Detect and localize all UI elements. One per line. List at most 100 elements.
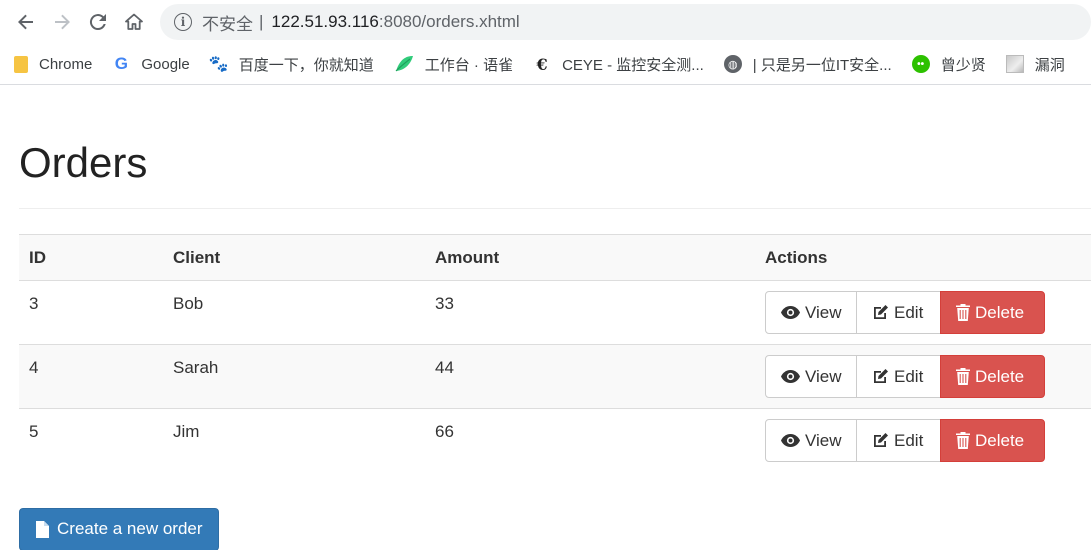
delete-button[interactable]: Delete xyxy=(940,355,1045,398)
column-header-amount: Amount xyxy=(425,234,755,281)
column-header-id: ID xyxy=(19,234,163,281)
bookmark-label: CEYE - 监控安全测... xyxy=(562,56,704,74)
url-host: 122.51.93.116 xyxy=(271,12,379,31)
action-buttons: View Edit Delete xyxy=(765,355,1045,398)
cell-id: 4 xyxy=(19,344,163,409)
edit-button[interactable]: Edit xyxy=(856,419,941,462)
eye-icon xyxy=(781,434,800,447)
page-content: Orders ID Client Amount Actions 3 Bob 33 Vi… xyxy=(0,139,1091,550)
forward-arrow-icon[interactable] xyxy=(44,4,80,40)
table-row: 3 Bob 33 View Edit Delete xyxy=(19,280,1091,345)
cell-actions: View Edit Delete xyxy=(755,280,1091,345)
order-id: 4 xyxy=(29,358,39,377)
action-buttons: View Edit Delete xyxy=(765,419,1045,462)
order-id: 3 xyxy=(29,294,39,313)
table-row: 5 Jim 66 View Edit Delete xyxy=(19,408,1091,473)
view-label: View xyxy=(805,366,842,386)
bookmark-label: 漏洞 xyxy=(1034,56,1065,74)
cell-amount: 66 xyxy=(425,408,755,473)
order-id: 5 xyxy=(29,422,39,441)
baidu-paw-icon: 🐾 xyxy=(208,56,229,73)
reload-icon[interactable] xyxy=(80,4,116,40)
column-header-actions: Actions xyxy=(755,234,1091,281)
view-label: View xyxy=(805,302,842,322)
address-bar[interactable]: i 不安全 | 122.51.93.116 :8080/orders.xhtml xyxy=(160,4,1091,40)
delete-label: Delete xyxy=(975,430,1025,450)
cell-actions: View Edit Delete xyxy=(755,408,1091,473)
delete-button[interactable]: Delete xyxy=(940,419,1045,462)
edit-label: Edit xyxy=(894,302,924,322)
bookmark-label: 百度一下，你就知道 xyxy=(238,56,374,74)
bookmarks-bar: Chrome G Google 🐾 百度一下，你就知道 工作台 · 语雀 € C… xyxy=(0,44,1091,85)
create-order-button[interactable]: Create a new order xyxy=(19,507,219,550)
trash-icon xyxy=(956,304,970,321)
edit-label: Edit xyxy=(894,366,924,386)
bookmark-vuln[interactable]: 漏洞 xyxy=(1005,54,1065,75)
delete-label: Delete xyxy=(975,302,1025,322)
home-icon[interactable] xyxy=(116,4,152,40)
edit-button[interactable]: Edit xyxy=(856,291,941,334)
delete-button[interactable]: Delete xyxy=(940,291,1045,334)
order-client: Sarah xyxy=(173,358,219,377)
table-row: 4 Sarah 44 View Edit Delete xyxy=(19,344,1091,409)
bookmark-ceye[interactable]: € CEYE - 监控安全测... xyxy=(533,54,704,75)
not-secure-label: 不安全 xyxy=(202,14,253,34)
order-amount: 66 xyxy=(435,422,454,441)
bookmark-label: Chrome xyxy=(39,55,93,73)
cell-amount: 33 xyxy=(425,280,755,345)
url-path: :8080/orders.xhtml xyxy=(378,12,520,31)
create-order-label: Create a new order xyxy=(57,519,203,538)
divider xyxy=(19,208,1091,209)
google-icon: G xyxy=(114,54,128,73)
bookmark-it-security[interactable]: ◍ | 只是另一位IT安全... xyxy=(723,54,892,75)
edit-icon xyxy=(872,368,889,385)
cell-actions: View Edit Delete xyxy=(755,344,1091,409)
order-client: Jim xyxy=(173,422,200,441)
bookmark-label: 曾少贤 xyxy=(940,56,986,74)
orders-table: ID Client Amount Actions 3 Bob 33 View Edit D… xyxy=(19,234,1091,473)
info-icon[interactable]: i xyxy=(174,13,192,31)
back-arrow-icon[interactable] xyxy=(8,4,44,40)
url-separator: | xyxy=(259,12,264,31)
file-icon xyxy=(36,520,49,538)
wechat-icon: •• xyxy=(911,55,930,73)
bookmark-label: | 只是另一位IT安全... xyxy=(752,56,892,74)
cell-client: Jim xyxy=(163,408,425,473)
view-button[interactable]: View xyxy=(765,291,857,334)
order-amount: 44 xyxy=(435,358,454,377)
edit-label: Edit xyxy=(894,430,924,450)
bookmark-wechat[interactable]: •• 曾少贤 xyxy=(911,54,986,75)
cell-id: 3 xyxy=(19,280,163,345)
page-title: Orders xyxy=(19,139,148,186)
image-icon xyxy=(1005,55,1024,73)
view-button[interactable]: View xyxy=(765,419,857,462)
bookmark-yuque[interactable]: 工作台 · 语雀 xyxy=(394,54,513,75)
trash-icon xyxy=(956,432,970,449)
table-header-row: ID Client Amount Actions xyxy=(19,234,1091,281)
bookmark-label: Google xyxy=(141,55,190,73)
globe-icon: ◍ xyxy=(723,55,742,73)
cell-amount: 44 xyxy=(425,344,755,409)
ceye-icon: € xyxy=(536,54,548,74)
bookmark-google[interactable]: G Google xyxy=(112,54,190,73)
edit-icon xyxy=(872,432,889,449)
edit-button[interactable]: Edit xyxy=(856,355,941,398)
cell-client: Bob xyxy=(163,280,425,345)
action-buttons: View Edit Delete xyxy=(765,291,1045,334)
bookmark-chrome[interactable]: Chrome xyxy=(14,55,93,73)
eye-icon xyxy=(781,306,800,319)
bookmark-label: 工作台 · 语雀 xyxy=(424,56,514,74)
column-header-client: Client xyxy=(163,234,425,281)
view-label: View xyxy=(805,430,842,450)
eye-icon xyxy=(781,370,800,383)
folder-icon xyxy=(14,55,28,73)
edit-icon xyxy=(872,304,889,321)
delete-label: Delete xyxy=(975,366,1025,386)
order-amount: 33 xyxy=(435,294,454,313)
cell-client: Sarah xyxy=(163,344,425,409)
view-button[interactable]: View xyxy=(765,355,857,398)
yuque-leaf-icon xyxy=(394,55,414,73)
browser-toolbar: i 不安全 | 122.51.93.116 :8080/orders.xhtml xyxy=(0,0,1091,44)
bookmark-baidu[interactable]: 🐾 百度一下，你就知道 xyxy=(208,54,374,75)
order-client: Bob xyxy=(173,294,204,313)
